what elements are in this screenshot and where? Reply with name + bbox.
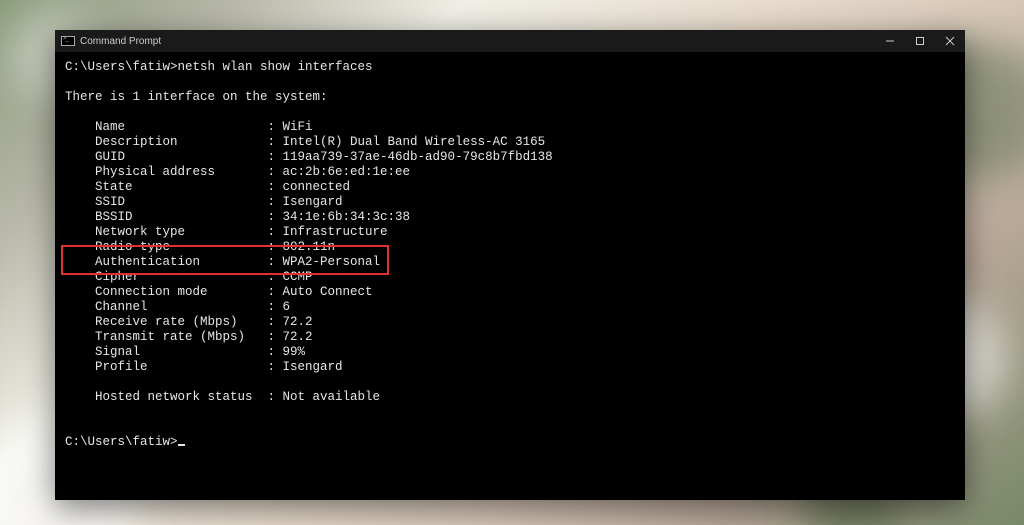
- window-title: Command Prompt: [80, 36, 161, 47]
- terminal-line: State : connected: [65, 180, 955, 195]
- terminal-line: There is 1 interface on the system:: [65, 90, 955, 105]
- cursor: [178, 444, 185, 446]
- terminal-line: Receive rate (Mbps) : 72.2: [65, 315, 955, 330]
- terminal-output[interactable]: C:\Users\fatiw>netsh wlan show interface…: [55, 52, 965, 500]
- terminal-line: SSID : Isengard: [65, 195, 955, 210]
- terminal-line: Network type : Infrastructure: [65, 225, 955, 240]
- terminal-line: Transmit rate (Mbps) : 72.2: [65, 330, 955, 345]
- close-button[interactable]: [935, 30, 965, 52]
- terminal-line: [65, 75, 955, 90]
- terminal-line: [65, 405, 955, 420]
- terminal-line: Connection mode : Auto Connect: [65, 285, 955, 300]
- terminal-line: Hosted network status : Not available: [65, 390, 955, 405]
- terminal-line: [65, 105, 955, 120]
- terminal-line: Physical address : ac:2b:6e:ed:1e:ee: [65, 165, 955, 180]
- terminal-prompt-line[interactable]: C:\Users\fatiw>: [65, 435, 955, 450]
- terminal-line: Profile : Isengard: [65, 360, 955, 375]
- terminal-line: Channel : 6: [65, 300, 955, 315]
- command-prompt-window: Command Prompt C:\Users\fatiw>netsh wlan…: [55, 30, 965, 500]
- terminal-line: BSSID : 34:1e:6b:34:3c:38: [65, 210, 955, 225]
- terminal-line: Cipher : CCMP: [65, 270, 955, 285]
- terminal-line: Authentication : WPA2-Personal: [65, 255, 955, 270]
- minimize-button[interactable]: [875, 30, 905, 52]
- terminal-line: GUID : 119aa739-37ae-46db-ad90-79c8b7fbd…: [65, 150, 955, 165]
- terminal-line: C:\Users\fatiw>netsh wlan show interface…: [65, 60, 955, 75]
- terminal-line: [65, 420, 955, 435]
- titlebar[interactable]: Command Prompt: [55, 30, 965, 52]
- terminal-line: Name : WiFi: [65, 120, 955, 135]
- maximize-button[interactable]: [905, 30, 935, 52]
- terminal-line: Description : Intel(R) Dual Band Wireles…: [65, 135, 955, 150]
- terminal-line: Radio type : 802.11n: [65, 240, 955, 255]
- terminal-line: Signal : 99%: [65, 345, 955, 360]
- terminal-line: [65, 375, 955, 390]
- cmd-icon: [61, 36, 75, 46]
